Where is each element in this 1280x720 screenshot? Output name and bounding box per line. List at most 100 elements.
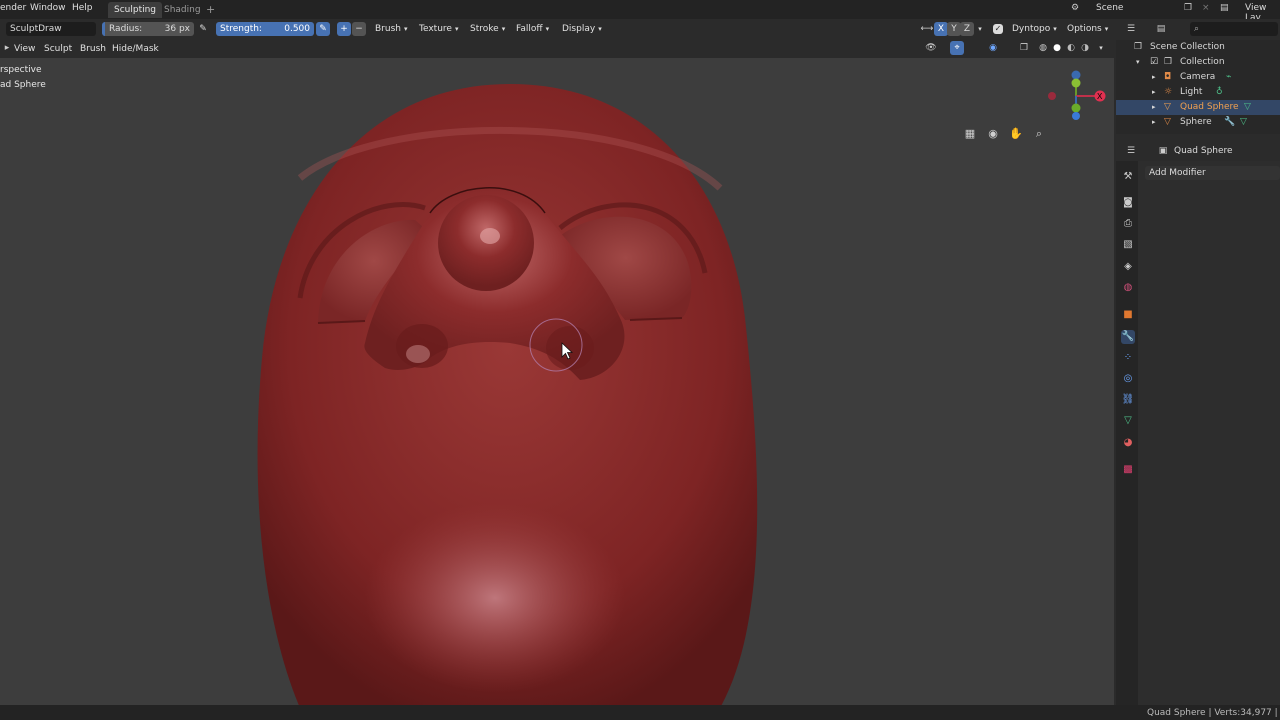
camera-data-icon[interactable]: ⌁ xyxy=(1226,70,1231,85)
wireframe-shading-icon[interactable]: ◍ xyxy=(1036,41,1050,55)
options-menu[interactable]: Options ▾ xyxy=(1067,22,1108,36)
close-scene-icon[interactable]: × xyxy=(1202,3,1210,13)
mesh-data-icon[interactable]: ▽ xyxy=(1244,100,1251,115)
camera-view-icon[interactable]: ◉ xyxy=(984,126,1002,142)
chevron-right-icon[interactable]: ▸ xyxy=(1152,100,1156,115)
zoom-icon[interactable]: ⌕ xyxy=(1030,126,1048,142)
outliner-collection[interactable]: ▾ ☑ ❐ Collection xyxy=(1116,55,1280,70)
status-stats: Quad Sphere | Verts:34,977 | Tris:6 xyxy=(1147,708,1280,718)
add-modifier-button[interactable]: Add Modifier xyxy=(1145,166,1280,180)
brush-menu-label: Brush xyxy=(375,24,401,34)
mesh-data-icon[interactable]: ▽ xyxy=(1240,115,1247,130)
strength-value: 0.500 xyxy=(284,24,310,34)
outliner-search-input[interactable]: ⌕ xyxy=(1190,22,1278,36)
brush-menu[interactable]: Brush ▾ xyxy=(375,22,408,36)
constraints-tab-icon[interactable]: ⛓ xyxy=(1121,393,1135,407)
brush-menu-view[interactable]: Brush xyxy=(80,42,106,56)
modifier-tab-icon[interactable]: 🔧 xyxy=(1121,330,1135,344)
falloff-menu[interactable]: Falloff ▾ xyxy=(516,22,549,36)
chevron-right-icon[interactable]: ▸ xyxy=(1152,85,1156,100)
viewport-object-label: ad Sphere xyxy=(0,80,46,90)
mesh-icon: ▽ xyxy=(1164,102,1171,112)
gizmo-neg-x-icon xyxy=(1048,92,1056,100)
strength-pressure-icon[interactable]: ✎ xyxy=(316,22,330,36)
outliner-item-quad-sphere[interactable]: ▸ ▽ Quad Sphere ▽ xyxy=(1116,100,1280,115)
world-tab-icon[interactable]: ◍ xyxy=(1121,281,1135,295)
chevron-down-icon: ▾ xyxy=(454,25,459,33)
radius-pressure-icon[interactable]: ✎ xyxy=(196,22,210,36)
xray-icon[interactable]: ❐ xyxy=(1017,41,1031,55)
chevron-down-icon[interactable]: ▾ xyxy=(973,22,987,36)
wrench-icon[interactable]: 🔧 xyxy=(1224,115,1235,130)
menu-render[interactable]: ender xyxy=(0,3,26,13)
scene-tab-icon[interactable]: ◈ xyxy=(1121,260,1135,274)
view-menu[interactable]: View xyxy=(14,42,35,56)
stroke-menu[interactable]: Stroke ▾ xyxy=(470,22,505,36)
editor-type-icon[interactable]: ▸ xyxy=(0,41,14,55)
view-layer-tab-icon[interactable]: ▧ xyxy=(1121,238,1135,252)
chevron-down-icon[interactable]: ▾ xyxy=(1094,41,1108,55)
strength-field[interactable]: Strength: 0.500 xyxy=(216,22,314,36)
view-layer-icon[interactable]: ▤ xyxy=(1220,3,1229,13)
overlay-icon[interactable]: ◉ xyxy=(986,41,1000,55)
direction-add-icon[interactable]: + xyxy=(337,22,351,36)
chevron-down-icon[interactable]: ▾ xyxy=(1136,55,1140,70)
chevron-down-icon: ▾ xyxy=(1053,25,1057,33)
output-tab-icon[interactable]: ⎙ xyxy=(1121,217,1135,231)
gizmo-icon[interactable]: ⌖ xyxy=(950,41,964,55)
symmetry-z-toggle[interactable]: Z xyxy=(960,22,974,36)
stroke-menu-label: Stroke xyxy=(470,24,499,34)
tab-sculpting[interactable]: Sculpting xyxy=(108,2,163,18)
data-tab-icon[interactable]: ▽ xyxy=(1121,414,1135,428)
solid-shading-icon[interactable]: ● xyxy=(1050,41,1064,55)
collection-label: Collection xyxy=(1180,57,1225,67)
copy-scene-icon[interactable]: ❐ xyxy=(1184,3,1192,13)
display-mode-icon[interactable]: ▤ xyxy=(1154,22,1168,36)
outliner-editor-icon[interactable]: ☰ xyxy=(1124,22,1138,36)
scene-name[interactable]: Scene xyxy=(1096,3,1123,13)
texture-menu[interactable]: Texture ▾ xyxy=(419,22,458,36)
dyntopo-menu[interactable]: Dyntopo ▾ xyxy=(1012,22,1057,36)
scene-icon[interactable]: ⚙ xyxy=(1071,3,1079,13)
tool-tab-icon[interactable]: ⚒ xyxy=(1121,170,1135,184)
grid-icon[interactable]: ▦ xyxy=(961,126,979,142)
symmetry-y-toggle[interactable]: Y xyxy=(947,22,961,36)
object-tab-icon[interactable]: ■ xyxy=(1121,308,1135,322)
outliner-item-light[interactable]: ▸ ☼ Light ♁ xyxy=(1116,85,1280,100)
radius-field[interactable]: Radius: 36 px xyxy=(102,22,194,36)
sculpt-menu[interactable]: Sculpt xyxy=(44,42,72,56)
render-tab-icon[interactable]: ◙ xyxy=(1121,196,1135,210)
menu-window[interactable]: Window xyxy=(30,3,66,13)
symmetry-icon[interactable]: ⟷ xyxy=(920,22,934,36)
visibility-icon[interactable]: 👁 xyxy=(924,41,938,55)
physics-tab-icon[interactable]: ◎ xyxy=(1121,372,1135,386)
dyntopo-checkbox[interactable]: ✓ xyxy=(993,24,1003,34)
status-bar: Quad Sphere | Verts:34,977 | Tris:6 xyxy=(0,705,1280,720)
chevron-right-icon[interactable]: ▸ xyxy=(1152,70,1156,85)
outliner-item-camera[interactable]: ▸ ◘ Camera ⌁ xyxy=(1116,70,1280,85)
display-menu[interactable]: Display ▾ xyxy=(562,22,602,36)
hide-mask-menu[interactable]: Hide/Mask xyxy=(112,42,159,56)
rendered-shading-icon[interactable]: ◑ xyxy=(1078,41,1092,55)
pan-hand-icon[interactable]: ✋ xyxy=(1007,126,1025,142)
material-shading-icon[interactable]: ◐ xyxy=(1064,41,1078,55)
dyntopo-label: Dyntopo xyxy=(1012,24,1051,34)
add-workspace-icon[interactable]: + xyxy=(200,2,221,18)
3d-viewport[interactable]: rspective ad Sphere ▦ ◉ ✋ ⌕ X xyxy=(0,58,1114,705)
material-tab-icon[interactable]: ◕ xyxy=(1121,436,1135,450)
particles-tab-icon[interactable]: ⁘ xyxy=(1121,351,1135,365)
outliner-scene-collection[interactable]: ❐ Scene Collection xyxy=(1116,40,1280,55)
checkbox-icon[interactable]: ☑ xyxy=(1150,55,1158,70)
chevron-right-icon[interactable]: ▸ xyxy=(1152,115,1156,130)
strength-label: Strength: xyxy=(220,24,262,34)
properties-editor-icon[interactable]: ☰ xyxy=(1124,144,1138,158)
brush-name-field[interactable]: SculptDraw xyxy=(6,22,96,36)
outliner-item-sphere[interactable]: ▸ ▽ Sphere 🔧 ▽ xyxy=(1116,115,1280,130)
direction-subtract-icon[interactable]: − xyxy=(352,22,366,36)
symmetry-x-toggle[interactable]: X xyxy=(934,22,948,36)
gizmo-neg-y-icon xyxy=(1071,103,1081,113)
texture-tab-icon[interactable]: ▩ xyxy=(1121,463,1135,477)
navigation-gizmo[interactable]: X xyxy=(1040,66,1114,126)
light-data-icon[interactable]: ♁ xyxy=(1216,85,1223,100)
menu-help[interactable]: Help xyxy=(72,3,93,13)
